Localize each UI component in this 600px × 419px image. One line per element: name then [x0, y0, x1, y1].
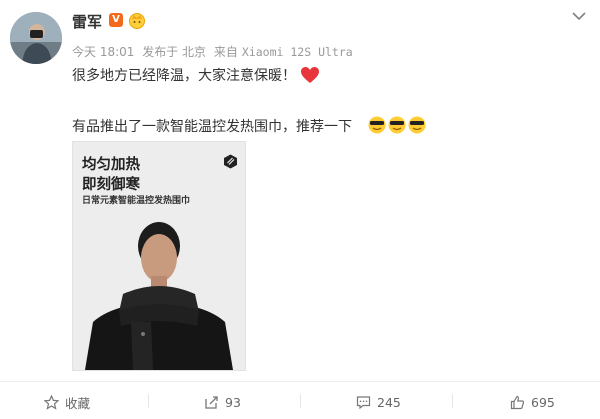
crown-icon: [129, 13, 145, 29]
weibo-post: 雷军 V 今天 18:01 发布于 北京 来自 Xiaomi 12S Ultra …: [0, 0, 600, 419]
comment-count: 245: [377, 394, 401, 410]
author-name[interactable]: 雷军: [72, 11, 102, 32]
thumbs-up-icon: [510, 395, 525, 409]
action-separator: [452, 394, 453, 408]
author-avatar[interactable]: [10, 12, 62, 64]
post-source[interactable]: Xiaomi 12S Ultra: [242, 45, 353, 59]
hexagon-logo-icon: [224, 154, 237, 169]
post-time[interactable]: 今天 18:01: [72, 45, 134, 59]
post-text-line1: 很多地方已经降温，大家注意保暖！: [72, 68, 296, 84]
post-image[interactable]: 均匀加热 即刻御寒 日常元素智能温控发热围巾: [72, 141, 246, 371]
post-location: 发布于 北京: [142, 45, 207, 59]
favorite-button[interactable]: 收藏: [44, 392, 90, 412]
image-subtitle: 日常元素智能温控发热围巾: [82, 196, 191, 206]
sunglasses-emoji-icon: [368, 116, 426, 134]
star-icon: [44, 394, 59, 410]
post-meta: 今天 18:01 发布于 北京 来自 Xiaomi 12S Ultra: [72, 43, 357, 60]
favorite-label: 收藏: [65, 395, 91, 411]
like-count: 695: [531, 394, 555, 410]
model-photo: [73, 212, 245, 370]
repost-button[interactable]: 93: [204, 392, 241, 412]
source-prefix: 来自: [213, 45, 238, 59]
action-divider: [0, 381, 600, 382]
chevron-down-icon[interactable]: [571, 10, 587, 22]
post-text-line2: 有品推出了一款智能温控发热围巾，推荐一下: [72, 119, 352, 135]
comment-button[interactable]: 245: [356, 392, 401, 412]
like-button[interactable]: 695: [510, 392, 555, 412]
action-separator: [300, 394, 301, 408]
repost-count: 93: [225, 394, 241, 410]
image-headline-2: 即刻御寒: [82, 177, 140, 193]
image-headline-1: 均匀加热: [82, 157, 140, 173]
verified-icon: V: [109, 13, 123, 27]
heart-icon: [301, 67, 319, 83]
repost-icon: [205, 395, 218, 409]
action-separator: [148, 394, 149, 408]
comment-icon: [356, 395, 371, 409]
